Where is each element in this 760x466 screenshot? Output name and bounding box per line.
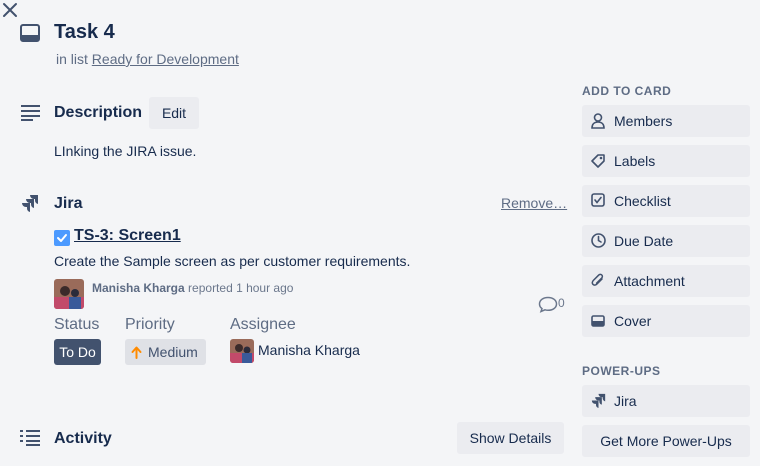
checklist-label: Checklist (614, 193, 671, 209)
cover-icon (591, 315, 605, 327)
due-date-label: Due Date (614, 233, 674, 249)
cover-label: Cover (614, 313, 652, 329)
priority-badge: Medium (125, 339, 206, 365)
jira-issue-summary: Create the Sample screen as per customer… (54, 253, 411, 269)
attachment-button[interactable]: Attachment (582, 265, 750, 297)
activity-heading: Activity (54, 430, 112, 447)
get-more-power-ups-button[interactable]: Get More Power-Ups (582, 425, 750, 457)
show-details-button[interactable]: Show Details (457, 422, 564, 454)
description-text[interactable]: LInking the JIRA issue. (54, 143, 196, 159)
checklist-button[interactable]: Checklist (582, 185, 750, 217)
jira-power-up-label: Jira (614, 393, 637, 409)
reporter-name: Manisha Kharga (92, 281, 185, 295)
jira-icon (22, 195, 38, 212)
due-date-button[interactable]: Due Date (582, 225, 750, 257)
cover-button[interactable]: Cover (582, 305, 750, 337)
issue-checkbox-icon (54, 230, 70, 246)
jira-power-up-button[interactable]: Jira (582, 385, 750, 417)
list-link[interactable]: Ready for Development (92, 51, 239, 67)
close-icon[interactable] (0, 0, 20, 20)
comment-count: 0 (558, 296, 565, 310)
edit-description-button[interactable]: Edit (149, 97, 199, 129)
assignee-name: Manisha Kharga (258, 342, 360, 358)
description-heading: Description (54, 104, 143, 121)
jira-heading: Jira (54, 195, 83, 212)
clock-icon (591, 233, 606, 248)
jira-issue-link[interactable]: TS-3: Screen1 (74, 227, 181, 245)
tag-icon (591, 154, 605, 168)
jira-remove-link[interactable]: Remove… (501, 195, 567, 211)
jira-icon (591, 393, 606, 408)
list-reference: in list Ready for Development (56, 51, 239, 67)
members-label: Members (614, 113, 673, 129)
paperclip-icon (591, 273, 604, 286)
activity-icon (20, 430, 40, 446)
reporter-line: Manisha Kharga reported 1 hour ago (92, 281, 293, 295)
arrow-up-icon (131, 346, 142, 359)
person-icon (591, 113, 605, 129)
attachment-label: Attachment (614, 273, 685, 289)
assignee-avatar (230, 339, 254, 363)
reported-time: reported 1 hour ago (188, 281, 294, 295)
description-icon (21, 105, 40, 121)
card-title: Task 4 (54, 21, 115, 43)
labels-label: Labels (614, 153, 656, 169)
status-badge: To Do (54, 339, 101, 365)
labels-button[interactable]: Labels (582, 145, 750, 177)
power-ups-label: POWER-UPS (582, 364, 661, 378)
status-label: Status (54, 316, 100, 333)
comment-icon[interactable] (538, 296, 558, 313)
priority-value: Medium (148, 344, 198, 360)
list-prefix: in list (56, 51, 88, 67)
assignee-label: Assignee (230, 316, 296, 333)
priority-label: Priority (125, 316, 175, 333)
checkbox-icon (591, 193, 605, 207)
add-to-card-label: ADD TO CARD (582, 84, 672, 98)
card-icon (20, 24, 40, 42)
members-button[interactable]: Members (582, 105, 750, 137)
reporter-avatar (54, 279, 84, 309)
